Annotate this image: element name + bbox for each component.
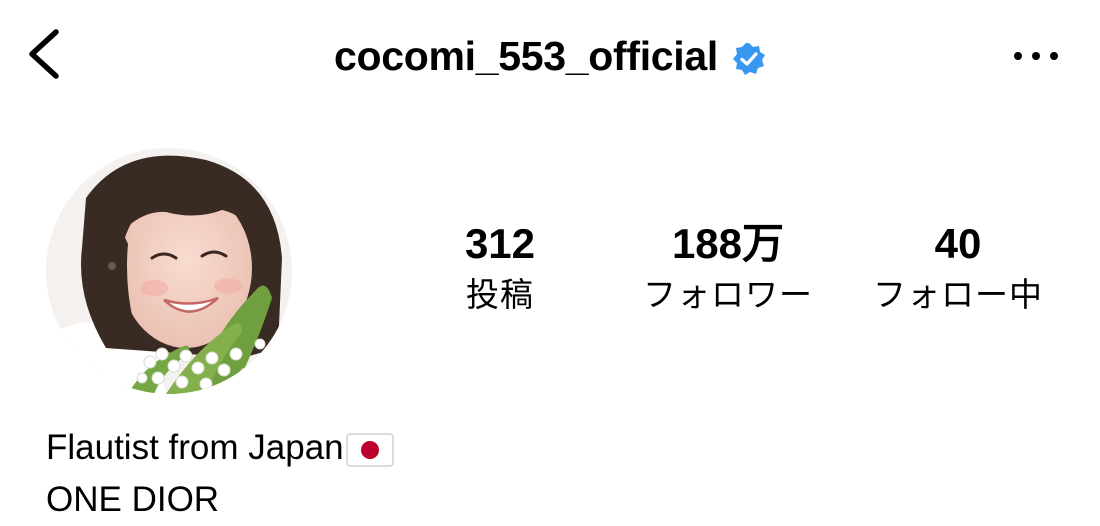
verified-badge-icon <box>732 42 766 76</box>
stat-posts[interactable]: 312 投稿 <box>430 218 570 320</box>
posts-count: 312 <box>464 220 536 267</box>
profile-username[interactable]: cocomi_553_official <box>334 28 718 84</box>
profile-avatar[interactable] <box>46 148 292 394</box>
japan-flag-icon <box>345 430 394 467</box>
profile-photo <box>46 148 292 394</box>
top-bar: cocomi_553_official <box>0 0 1100 112</box>
profile-bio: Flautist from Japan ONE DIOR <box>46 422 746 526</box>
stat-following[interactable]: 40 フォロー中 <box>858 218 1058 320</box>
username-row: cocomi_553_official <box>0 28 1100 84</box>
followers-label: フォロワー <box>643 275 813 314</box>
stat-followers[interactable]: 188万 フォロワー <box>620 218 836 320</box>
bio-line-1-text: Flautist from Japan <box>46 428 344 467</box>
posts-label: 投稿 <box>466 275 534 314</box>
bio-line-1: Flautist from Japan <box>46 422 746 474</box>
bio-line-2: ONE DIOR <box>46 480 220 519</box>
following-label: フォロー中 <box>873 275 1043 314</box>
more-horizontal-icon <box>1014 52 1058 60</box>
followers-count: 188万 <box>671 220 785 267</box>
more-options-button[interactable] <box>1008 36 1064 76</box>
following-count: 40 <box>934 220 982 267</box>
